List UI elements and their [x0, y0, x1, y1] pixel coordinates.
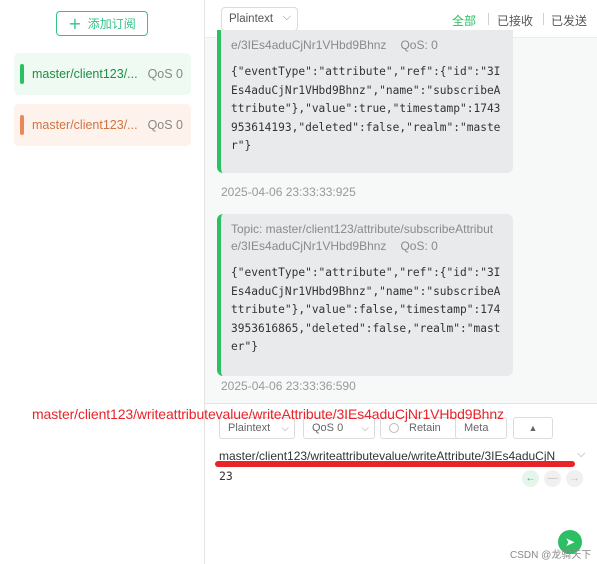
message-qos: QoS: 0: [400, 239, 438, 253]
filter-divider: [543, 13, 544, 25]
message-topic-text: e/3IEs4aduCjNr1VHbd9Bhnz: [231, 239, 387, 253]
message-topic-text: e/3IEs4aduCjNr1VHbd9Bhnz: [231, 38, 387, 52]
publish-payload-input[interactable]: 23: [219, 469, 233, 483]
subscription-color-bar: [20, 64, 24, 84]
watermark: CSDN @龙骑天下: [510, 550, 592, 561]
subscription-sidebar: + 添加订阅 master/client123/... QoS 0 master…: [0, 0, 205, 564]
message-payload: {"eventType":"attribute","ref":{"id":"3I…: [231, 65, 501, 152]
filter-sent[interactable]: 已发送: [551, 12, 587, 29]
history-forward-button[interactable]: →: [566, 470, 583, 487]
chevron-down-icon: ⌵: [361, 422, 369, 434]
annotation-topic-text: master/client123/writeattributevalue/wri…: [32, 406, 504, 422]
publish-format-value: Plaintext: [228, 422, 271, 434]
filter-received[interactable]: 已接收: [497, 12, 533, 29]
message-payload: {"eventType":"attribute","ref":{"id":"3I…: [231, 266, 501, 353]
payload-format-select[interactable]: Plaintext ⌵: [221, 7, 298, 31]
retain-label: Retain: [409, 422, 441, 434]
subscription-topic: master/client123/...: [32, 118, 138, 132]
radio-icon: [389, 423, 399, 433]
subscription-item[interactable]: master/client123/... QoS 0: [14, 53, 191, 95]
subscription-qos: QoS 0: [147, 118, 183, 132]
filter-divider: [488, 13, 489, 25]
arrow-left-icon: ←: [525, 473, 536, 484]
subscription-item[interactable]: master/client123/... QoS 0: [14, 104, 191, 146]
message-bubble[interactable]: e/3IEs4aduCjNr1VHbd9Bhnz QoS: 0 {"eventTy…: [217, 30, 513, 173]
annotation-underline: [215, 461, 575, 467]
message-topic-line: Topic: master/client123/attribute/subscr…: [231, 222, 494, 236]
message-topic: Topic: master/client123/attribute/subscr…: [231, 221, 505, 255]
filter-all[interactable]: 全部: [452, 12, 476, 29]
publish-composer: Plaintext ⌵ QoS 0 ⌵ Retain Meta ▲ ⌵ 23 ←…: [205, 403, 597, 564]
caret-up-icon: ▲: [528, 423, 538, 433]
add-subscription-label: 添加订阅: [87, 17, 136, 31]
message-qos: QoS: 0: [400, 38, 438, 52]
subscription-qos: QoS 0: [147, 67, 183, 81]
plus-icon: +: [68, 13, 82, 33]
payload-format-value: Plaintext: [229, 13, 274, 25]
collapse-button[interactable]: ▲: [513, 417, 553, 439]
message-topic: e/3IEs4aduCjNr1VHbd9Bhnz QoS: 0: [231, 37, 505, 54]
message-bubble[interactable]: Topic: master/client123/attribute/subscr…: [217, 214, 513, 376]
minus-icon: —: [547, 473, 558, 484]
chevron-down-icon[interactable]: ⌵: [577, 448, 585, 461]
subscription-color-bar: [20, 115, 24, 135]
subscription-topic: master/client123/...: [32, 67, 138, 81]
add-subscription-button[interactable]: + 添加订阅: [56, 11, 148, 36]
history-back-button[interactable]: ←: [522, 470, 539, 487]
chevron-down-icon: ⌵: [282, 11, 291, 23]
meta-label: Meta: [464, 422, 489, 434]
message-timestamp: 2025-04-06 23:33:33:925: [221, 185, 356, 199]
history-clear-button[interactable]: —: [544, 470, 561, 487]
publish-qos-value: QoS 0: [312, 422, 344, 434]
chevron-down-icon: ⌵: [281, 422, 289, 434]
message-timestamp: 2025-04-06 23:33:36:590: [221, 379, 356, 393]
arrow-right-icon: →: [569, 473, 580, 484]
